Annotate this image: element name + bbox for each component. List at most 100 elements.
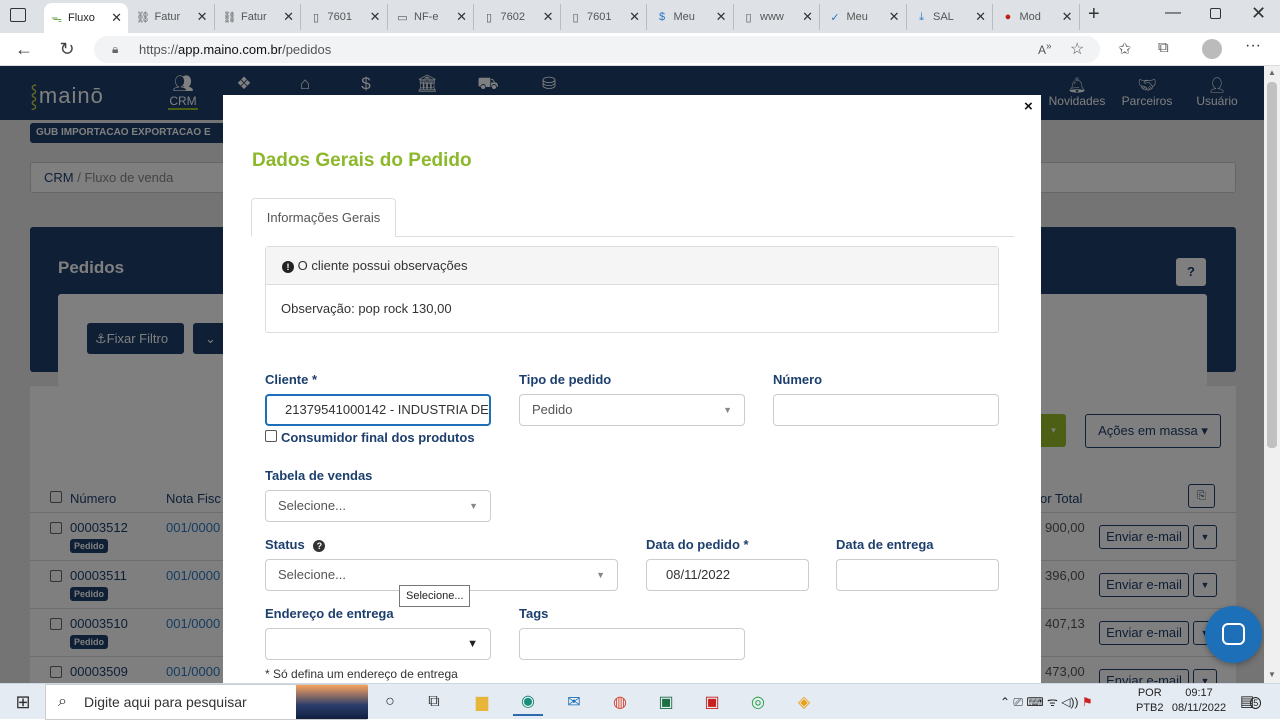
numero-input[interactable] xyxy=(773,394,999,426)
tab-title: 7601 xyxy=(587,11,612,23)
browser-tab[interactable]: ⛓ Fatur ✕ xyxy=(131,4,215,30)
search-icon: ⌕ xyxy=(58,693,67,710)
browser-tab[interactable]: ▯ www ✕ xyxy=(736,4,820,30)
close-tab-icon[interactable]: ✕ xyxy=(716,9,727,25)
chevron-down-icon: ▼ xyxy=(723,405,732,415)
close-tab-icon[interactable]: ✕ xyxy=(111,10,122,26)
read-aloud-icon[interactable]: A» xyxy=(1038,41,1052,57)
observations-alert: ! O cliente possui observações Observaçã… xyxy=(265,246,999,333)
status-label: Status ? xyxy=(265,537,326,552)
tipo-pedido-label: Tipo de pedido xyxy=(519,372,612,387)
taskbar-search-placeholder: Digite aqui para pesquisar xyxy=(84,694,247,710)
status-tooltip: Selecione... xyxy=(399,585,471,607)
cliente-input[interactable]: 21379541000142 - INDUSTRIA DE xyxy=(265,394,491,426)
close-tab-icon[interactable]: ✕ xyxy=(456,9,467,25)
scroll-down-icon[interactable]: ▼ xyxy=(1268,670,1276,679)
browser-tab[interactable]: ✓ Meu ✕ xyxy=(823,4,907,30)
close-tab-icon[interactable]: ✕ xyxy=(975,9,986,25)
new-tab-button[interactable]: + xyxy=(1088,3,1100,26)
tab-title: 7601 xyxy=(327,11,352,23)
browser-tab[interactable]: ⤓ SAL ✕ xyxy=(909,4,993,30)
tab-actions-icon[interactable] xyxy=(10,8,26,22)
tab-title: www xyxy=(760,11,784,23)
app-icon[interactable]: ◈ xyxy=(789,688,819,716)
close-tab-icon[interactable]: ✕ xyxy=(283,9,294,25)
windows-start-icon[interactable]: ⊞ xyxy=(8,688,38,716)
endereco-select[interactable]: ▼ xyxy=(265,628,491,660)
back-button[interactable]: ← xyxy=(12,38,36,60)
browser-tab[interactable]: ᯓ Fluxo ✕ xyxy=(44,3,128,33)
browser-tab[interactable]: ▭ NF-e ✕ xyxy=(390,4,474,30)
restore-button[interactable] xyxy=(1210,8,1221,19)
mail-icon[interactable]: ✉ xyxy=(559,688,589,716)
close-tab-icon[interactable]: ✕ xyxy=(629,9,640,25)
browser-tab[interactable]: ▯ 7601 ✕ xyxy=(304,4,388,30)
page-scrollbar[interactable]: ▲ ▼ xyxy=(1264,66,1280,683)
nfe-icon: ▭ xyxy=(397,11,408,24)
taskbar-search[interactable]: ⌕ Digite aqui para pesquisar xyxy=(45,684,368,720)
numero-label: Número xyxy=(773,372,823,387)
tab-title: Mod xyxy=(1019,11,1041,23)
tipo-pedido-select[interactable]: Pedido ▼ xyxy=(519,394,745,426)
browser-tab[interactable]: $ Meu ✕ xyxy=(650,4,734,30)
clock-date: 08/11/2022 xyxy=(1171,702,1227,714)
close-modal-button[interactable]: × xyxy=(1024,98,1033,115)
acrobat-icon[interactable]: ▣ xyxy=(697,688,727,716)
notification-icon[interactable]: ▤5 xyxy=(1240,692,1262,710)
consumidor-checkbox[interactable] xyxy=(265,430,277,442)
close-window-button[interactable]: ✕ xyxy=(1251,3,1266,24)
tipo-pedido-value: Pedido xyxy=(532,402,573,417)
task-view-icon[interactable]: ⧉ xyxy=(419,688,449,716)
tags-input[interactable] xyxy=(519,628,745,660)
close-tab-icon[interactable]: ✕ xyxy=(543,9,554,25)
collections-icon[interactable]: ⧉ xyxy=(1158,39,1169,56)
tray-icons[interactable]: ⌃ ⎚ ⌨ ᯤ ◁)) ⚑ xyxy=(1000,693,1093,710)
lock-icon: 🔒︎ xyxy=(112,42,119,56)
notification-count: 5 xyxy=(1250,697,1262,709)
data-pedido-input[interactable]: 08/11/2022 xyxy=(646,559,809,591)
chevron-down-icon: ▼ xyxy=(596,570,605,580)
chevron-down-icon: ▼ xyxy=(469,501,478,511)
doc-icon: ▯ xyxy=(572,11,579,24)
scroll-up-icon[interactable]: ▲ xyxy=(1268,68,1276,77)
url-field[interactable]: 🔒︎ https://app.maino.com.br/pedidos xyxy=(94,36,1100,63)
cliente-label: Cliente * xyxy=(265,372,318,387)
tab-title: Meu xyxy=(846,11,868,23)
cortana-icon[interactable]: ○ xyxy=(375,688,405,716)
alert-body: Observação: pop rock 130,00 xyxy=(281,301,452,316)
language-indicator[interactable]: POR PTB2 xyxy=(1136,686,1164,716)
refresh-button[interactable]: ↻ xyxy=(55,38,79,60)
clock[interactable]: 09:17 08/11/2022 xyxy=(1168,686,1230,716)
browser-tab[interactable]: ▯ 7602 ✕ xyxy=(477,4,561,30)
whatsapp-icon[interactable]: ◎ xyxy=(743,688,773,716)
excel-icon[interactable]: ▣ xyxy=(651,688,681,716)
close-tab-icon[interactable]: ✕ xyxy=(370,9,381,25)
tab-informacoes-gerais[interactable]: Informações Gerais xyxy=(251,198,396,237)
dollar-icon: $ xyxy=(658,11,666,23)
browser-tab[interactable]: ● Mod ✕ xyxy=(996,4,1080,30)
chat-launcher-button[interactable] xyxy=(1205,606,1262,663)
doc-icon: ▯ xyxy=(312,11,320,24)
caret-down-icon: ▼ xyxy=(467,638,478,650)
browser-tab[interactable]: ⛓ Fatur ✕ xyxy=(217,4,301,30)
favorite-add-icon[interactable]: ☆ xyxy=(1070,39,1084,59)
chrome-icon[interactable]: ◍ xyxy=(605,688,635,716)
scroll-thumb[interactable] xyxy=(1267,82,1277,448)
tabela-vendas-value: Selecione... xyxy=(278,498,346,513)
minimize-button[interactable]: — xyxy=(1165,4,1181,22)
edge-icon[interactable]: ◉ xyxy=(513,688,543,716)
question-circle-icon[interactable]: ? xyxy=(313,540,326,552)
data-entrega-input[interactable] xyxy=(836,559,999,591)
close-tab-icon[interactable]: ✕ xyxy=(802,9,813,25)
favorites-icon[interactable]: ✩ xyxy=(1118,39,1131,59)
close-tab-icon[interactable]: ✕ xyxy=(197,9,208,25)
tab-title: Fatur xyxy=(241,11,267,23)
file-explorer-icon[interactable]: ▆ xyxy=(467,688,497,716)
more-icon[interactable]: ··· xyxy=(1245,37,1261,55)
profile-avatar[interactable] xyxy=(1202,39,1222,59)
close-tab-icon[interactable]: ✕ xyxy=(1062,9,1073,25)
tabela-vendas-select[interactable]: Selecione... ▼ xyxy=(265,490,491,522)
link-icon: ⛓ xyxy=(222,11,237,24)
close-tab-icon[interactable]: ✕ xyxy=(889,9,900,25)
browser-tab[interactable]: ▯ 7601 ✕ xyxy=(563,4,647,30)
